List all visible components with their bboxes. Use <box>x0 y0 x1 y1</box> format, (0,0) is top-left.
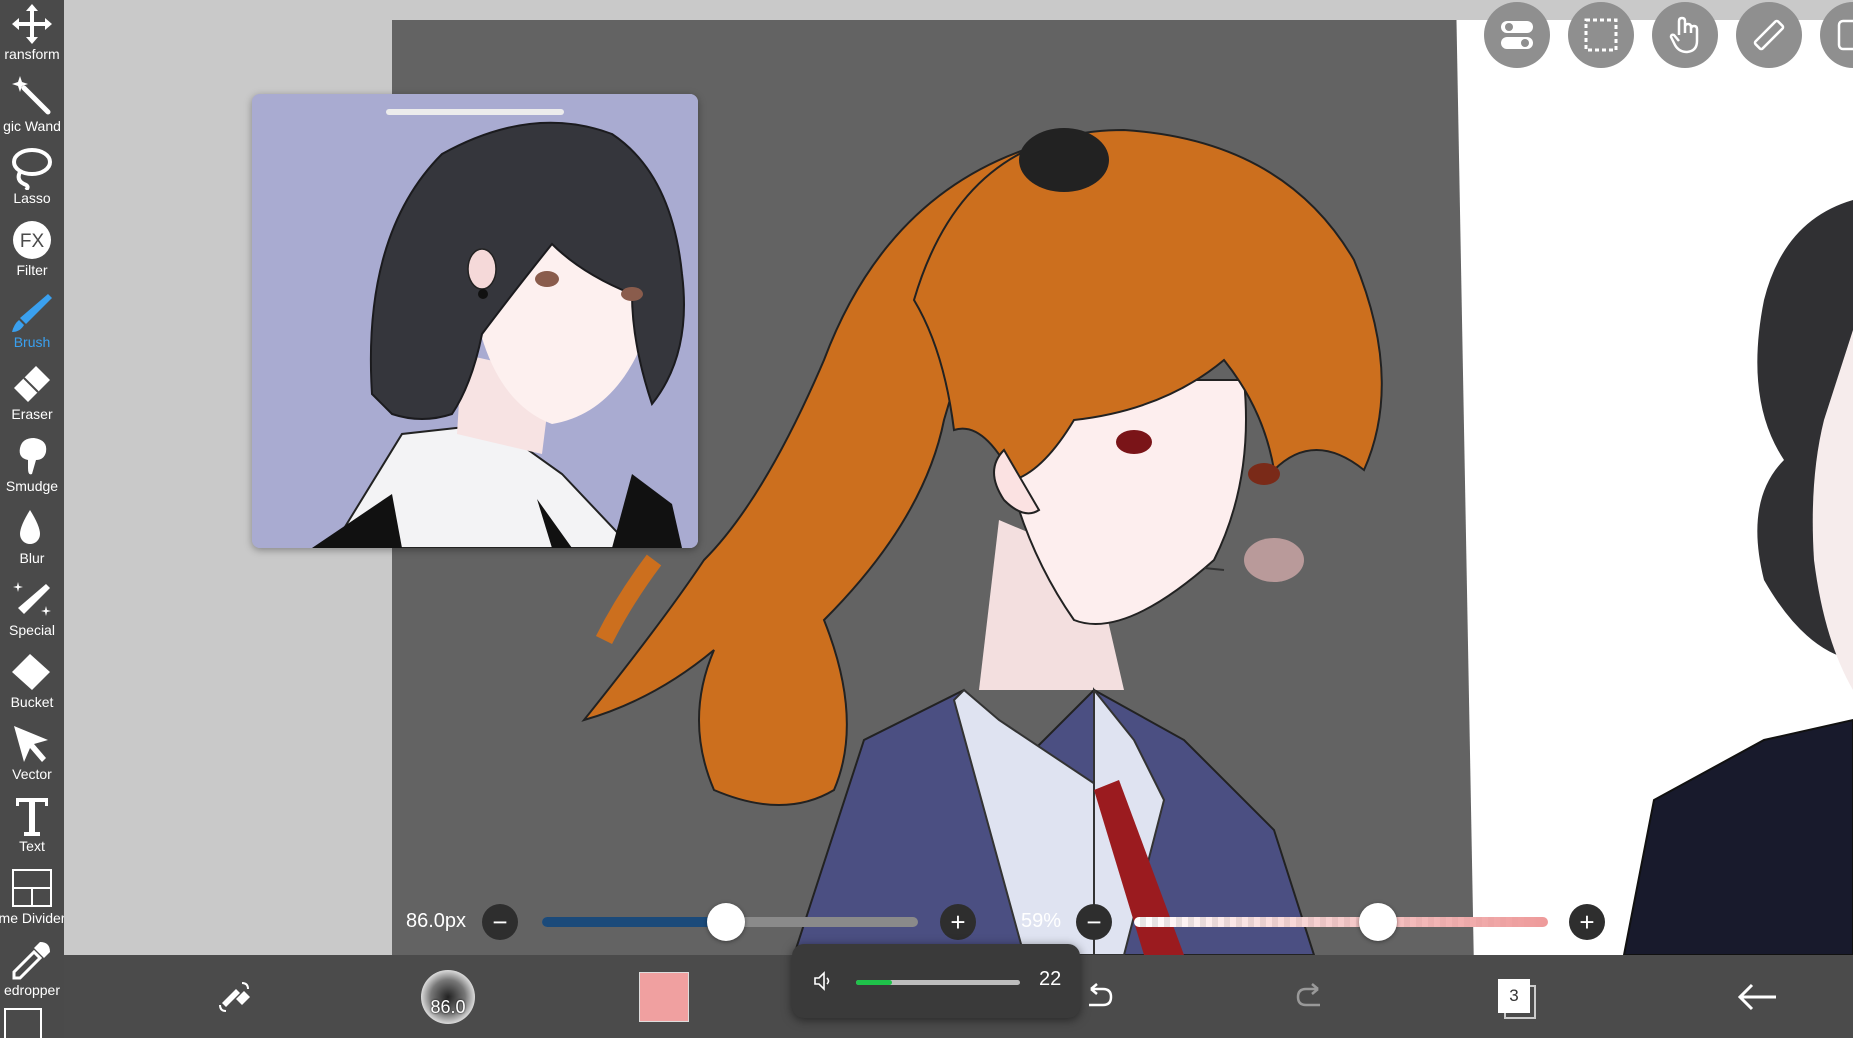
layer-count: 3 <box>1498 978 1530 1013</box>
tool-label: Brush <box>13 334 51 350</box>
tool-blur[interactable]: Blur <box>0 504 64 576</box>
reference-image <box>252 94 698 548</box>
opacity-gradient <box>1134 917 1548 927</box>
brush-size-minus-button[interactable]: − <box>482 904 518 940</box>
plus-icon: + <box>950 907 966 937</box>
hand-icon <box>1669 16 1699 54</box>
redo-button[interactable] <box>1282 955 1342 1038</box>
volume-fill <box>856 980 893 985</box>
tool-label: Bucket <box>10 694 54 710</box>
tool-label: Smudge <box>5 478 59 494</box>
tool-frame-divider[interactable]: me Divider <box>0 864 64 936</box>
lasso-icon <box>12 148 52 190</box>
next-tool-icon[interactable] <box>4 1008 42 1038</box>
tool-label: Lasso <box>13 190 51 206</box>
opacity-value: 59% <box>1021 910 1062 932</box>
eyedropper-icon <box>12 942 50 980</box>
reference-window[interactable] <box>252 94 698 548</box>
text-t-icon <box>16 798 48 836</box>
svg-text:FX: FX <box>20 231 45 252</box>
eraser-icon <box>14 366 50 402</box>
fx-icon: FX <box>13 221 51 259</box>
opacity-plus-button[interactable]: + <box>1569 904 1605 940</box>
drop-icon <box>20 510 40 544</box>
tool-label: Special <box>9 622 55 638</box>
back-button[interactable] <box>1726 955 1786 1038</box>
selection-button[interactable] <box>1568 2 1634 68</box>
move-arrows-icon <box>12 4 52 44</box>
tool-eraser[interactable]: Eraser <box>0 360 64 432</box>
minus-icon: − <box>1086 907 1102 937</box>
tool-label: gic Wand <box>3 118 61 134</box>
sparkle-pen-icon <box>13 582 51 616</box>
ruler-button[interactable] <box>1736 2 1802 68</box>
reference-drag-handle[interactable] <box>386 109 564 115</box>
ruler-icon <box>1753 19 1785 51</box>
undo-icon <box>1089 982 1113 1006</box>
tool-smudge[interactable]: Smudge <box>0 432 64 504</box>
brush-size-fill <box>542 917 727 927</box>
brush-size-thumb[interactable] <box>707 903 746 941</box>
magic-wand-icon <box>12 76 51 115</box>
toggle-panels-button[interactable] <box>1484 2 1550 68</box>
tool-label: Text <box>19 838 45 854</box>
cursor-arrow-icon <box>14 726 48 762</box>
tool-label: Filter <box>16 262 48 278</box>
tool-text[interactable]: Text <box>0 792 64 864</box>
volume-level: 22 <box>1039 968 1062 990</box>
canvas-area[interactable]: 86.0px − + 59% − + <box>64 0 1853 955</box>
tool-label: me Divider <box>0 910 64 926</box>
brush-icon <box>12 294 52 332</box>
tool-vector[interactable]: Vector <box>0 720 64 792</box>
brush-preview: 86.0 <box>421 969 475 1024</box>
tool-transform[interactable]: ransform <box>0 0 64 72</box>
brush-eraser-swap-icon <box>219 981 250 1012</box>
color-swatch <box>639 971 689 1022</box>
tool-magic-wand[interactable]: gic Wand <box>0 72 64 144</box>
tool-eyedropper[interactable]: edropper <box>0 936 64 1008</box>
frame-divider-icon <box>12 869 52 907</box>
layers-icon: 3 <box>1496 977 1536 1019</box>
tool-label: Vector <box>12 766 52 782</box>
hand-button[interactable] <box>1652 2 1718 68</box>
tool-lasso[interactable]: Lasso <box>0 144 64 216</box>
speaker-icon <box>814 971 830 991</box>
opacity-slider[interactable] <box>1134 917 1548 927</box>
layer-icon <box>1837 19 1853 51</box>
opacity-minus-button[interactable]: − <box>1076 904 1112 940</box>
brush-preview-button[interactable]: 86.0 <box>418 955 478 1038</box>
tool-label: ransform <box>4 46 60 62</box>
brush-size-value: 86.0px <box>406 910 467 932</box>
tool-special[interactable]: Special <box>0 576 64 648</box>
volume-popup: 22 <box>792 944 1080 1018</box>
tool-label: Blur <box>19 550 45 566</box>
brush-size-plus-button[interactable]: + <box>940 904 976 940</box>
brush-preview-size: 86.0 <box>430 996 466 1017</box>
smudge-icon <box>19 438 47 475</box>
tool-label: Eraser <box>11 406 53 422</box>
tool-brush[interactable]: Brush <box>0 288 64 360</box>
color-button[interactable] <box>634 955 694 1038</box>
tool-filter[interactable]: FX Filter <box>0 216 64 288</box>
opacity-thumb[interactable] <box>1359 903 1398 941</box>
left-toolbar: ransform gic Wand Lasso FX Filter Brush <box>0 0 64 1038</box>
redo-icon <box>1296 982 1320 1006</box>
swap-tool-button[interactable] <box>204 955 264 1038</box>
tool-bucket[interactable]: Bucket <box>0 648 64 720</box>
back-arrow-icon <box>1737 983 1776 1010</box>
bucket-icon <box>12 654 50 690</box>
tool-label: edropper <box>3 982 61 998</box>
layers-button[interactable]: 3 <box>1486 955 1546 1038</box>
toggle-icon <box>1501 21 1533 49</box>
plus-icon: + <box>1579 907 1595 937</box>
minus-icon: − <box>492 907 508 937</box>
selection-icon <box>1584 18 1618 52</box>
